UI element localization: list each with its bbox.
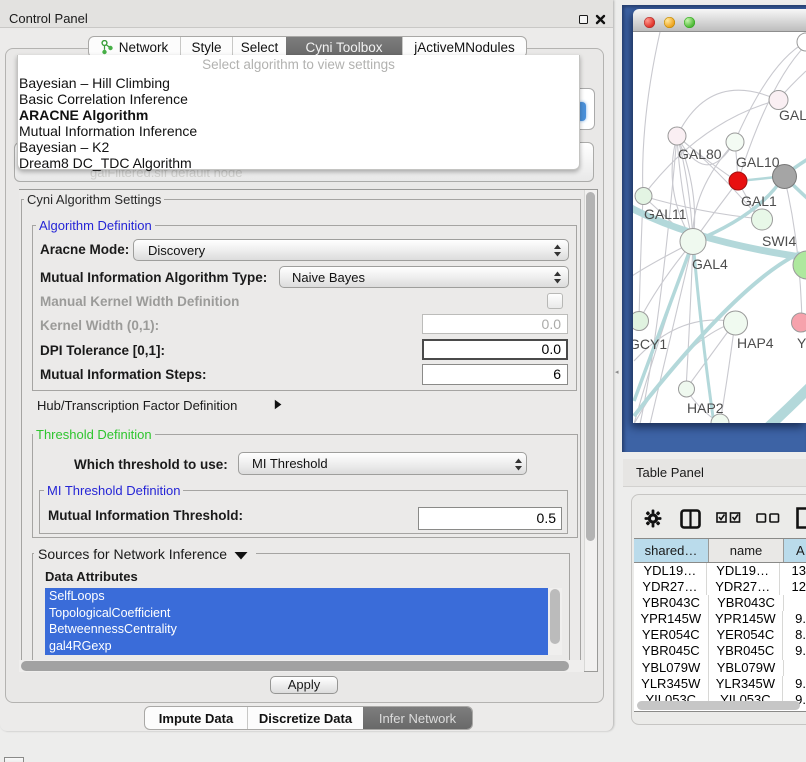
svg-text:HAP2: HAP2 — [687, 400, 724, 416]
svg-text:YEL: YEL — [797, 335, 806, 351]
svg-text:GAL11: GAL11 — [644, 206, 687, 222]
svg-text:GCY1: GCY1 — [633, 336, 667, 352]
svg-text:GAL4: GAL4 — [692, 256, 728, 272]
svg-text:GAL80: GAL80 — [678, 146, 722, 162]
svg-text:HAP4: HAP4 — [737, 335, 774, 351]
svg-text:GAL7: GAL7 — [779, 107, 806, 123]
svg-text:SWI4: SWI4 — [762, 233, 796, 249]
svg-text:GAL10: GAL10 — [736, 154, 780, 170]
svg-text:GAL1: GAL1 — [741, 193, 777, 209]
